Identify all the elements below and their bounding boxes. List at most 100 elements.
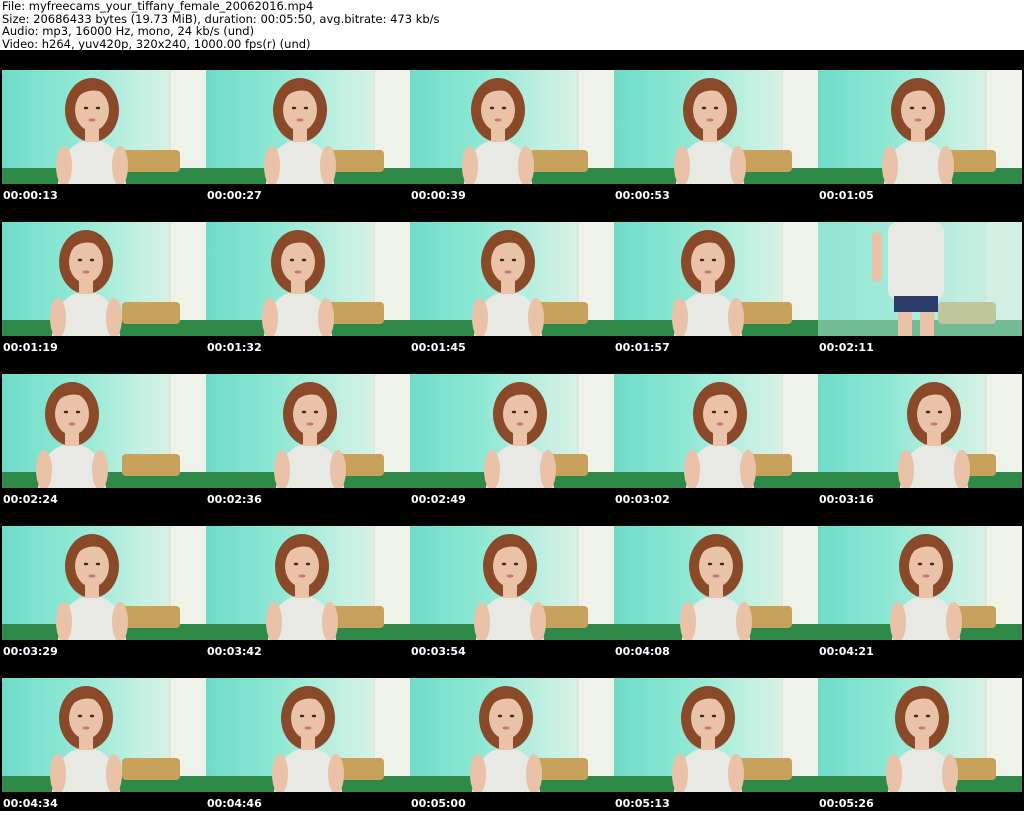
thumbnail-cell: 00:03:54 — [410, 526, 614, 678]
frame-timestamp: 00:01:45 — [411, 341, 466, 354]
frame-timestamp: 00:02:11 — [819, 341, 874, 354]
frame-timestamp: 00:00:27 — [207, 189, 262, 202]
video-frame-thumbnail — [818, 526, 1022, 640]
frame-timestamp: 00:00:53 — [615, 189, 670, 202]
video-frame-thumbnail — [206, 222, 410, 336]
thumbnail-cell: 00:04:08 — [614, 526, 818, 678]
thumbnail-cell: 00:05:13 — [614, 678, 818, 830]
frame-illustration — [410, 526, 614, 640]
thumbnail-cell: 00:00:39 — [410, 70, 614, 222]
thumbnail-cell: 00:03:02 — [614, 374, 818, 526]
video-frame-thumbnail — [614, 526, 818, 640]
frame-illustration — [818, 678, 1022, 792]
thumbnail-cell: 00:02:36 — [206, 374, 410, 526]
frame-illustration — [410, 222, 614, 336]
file-name-line: File: myfreecams_your_tiffany_female_200… — [2, 0, 314, 13]
frame-timestamp: 00:03:54 — [411, 645, 466, 658]
video-frame-thumbnail — [614, 678, 818, 792]
frame-timestamp: 00:01:57 — [615, 341, 670, 354]
frame-illustration — [410, 374, 614, 488]
video-frame-thumbnail — [206, 374, 410, 488]
video-frame-thumbnail — [818, 70, 1022, 184]
video-frame-thumbnail — [614, 222, 818, 336]
thumbnail-grid: 00:00:13 00:00:27 00:00:39 00:00:53 00:01:05… — [2, 70, 1022, 830]
video-frame-thumbnail — [2, 678, 206, 792]
contact-sheet: 00:00:13 00:00:27 00:00:39 00:00:53 00:01:05… — [0, 50, 1024, 811]
frame-illustration — [2, 222, 206, 336]
frame-timestamp: 00:04:08 — [615, 645, 670, 658]
frame-illustration — [206, 374, 410, 488]
frame-timestamp: 00:04:46 — [207, 797, 262, 810]
thumbnail-cell: 00:04:21 — [818, 526, 1022, 678]
frame-illustration — [614, 70, 818, 184]
video-frame-thumbnail — [206, 678, 410, 792]
thumbnail-cell: 00:05:00 — [410, 678, 614, 830]
video-frame-thumbnail — [818, 374, 1022, 488]
thumbnail-cell: 00:02:11 — [818, 222, 1022, 374]
thumbnail-cell: 00:04:46 — [206, 678, 410, 830]
thumbnail-cell: 00:01:32 — [206, 222, 410, 374]
thumbnail-cell: 00:01:45 — [410, 222, 614, 374]
audio-info-line: Audio: mp3, 16000 Hz, mono, 24 kb/s (und… — [2, 25, 255, 38]
frame-illustration — [206, 678, 410, 792]
frame-illustration — [614, 526, 818, 640]
thumbnail-cell: 00:01:05 — [818, 70, 1022, 222]
video-info-line: Video: h264, yuv420p, 320x240, 1000.00 f… — [2, 37, 311, 50]
video-frame-thumbnail — [410, 222, 614, 336]
thumbnail-cell: 00:00:27 — [206, 70, 410, 222]
video-frame-thumbnail — [2, 526, 206, 640]
thumbnail-cell: 00:01:57 — [614, 222, 818, 374]
thumbnail-cell: 00:04:34 — [2, 678, 206, 830]
thumbnail-cell: 00:02:24 — [2, 374, 206, 526]
frame-timestamp: 00:03:16 — [819, 493, 874, 506]
thumbnail-cell: 00:05:26 — [818, 678, 1022, 830]
thumbnail-cell: 00:03:42 — [206, 526, 410, 678]
frame-timestamp: 00:03:42 — [207, 645, 262, 658]
frame-timestamp: 00:03:02 — [615, 493, 670, 506]
frame-timestamp: 00:02:36 — [207, 493, 262, 506]
frame-illustration — [2, 70, 206, 184]
frame-illustration — [206, 70, 410, 184]
thumbnail-cell: 00:00:13 — [2, 70, 206, 222]
frame-timestamp: 00:01:19 — [3, 341, 58, 354]
frame-timestamp: 00:00:39 — [411, 189, 466, 202]
thumbnail-cell: 00:02:49 — [410, 374, 614, 526]
video-frame-thumbnail — [410, 374, 614, 488]
video-frame-thumbnail — [2, 374, 206, 488]
video-frame-thumbnail — [818, 222, 1022, 336]
frame-illustration — [410, 678, 614, 792]
video-frame-thumbnail — [410, 526, 614, 640]
frame-timestamp: 00:04:34 — [3, 797, 58, 810]
frame-illustration — [206, 222, 410, 336]
frame-timestamp: 00:05:00 — [411, 797, 466, 810]
video-frame-thumbnail — [614, 70, 818, 184]
frame-illustration — [818, 374, 1022, 488]
frame-timestamp: 00:04:21 — [819, 645, 874, 658]
frame-illustration — [614, 678, 818, 792]
frame-illustration — [2, 374, 206, 488]
frame-illustration — [410, 70, 614, 184]
video-frame-thumbnail — [818, 678, 1022, 792]
frame-illustration — [818, 222, 1022, 336]
frame-illustration — [2, 678, 206, 792]
video-frame-thumbnail — [206, 70, 410, 184]
frame-timestamp: 00:03:29 — [3, 645, 58, 658]
video-frame-thumbnail — [410, 70, 614, 184]
frame-timestamp: 00:02:49 — [411, 493, 466, 506]
video-frame-thumbnail — [2, 222, 206, 336]
thumbnail-cell: 00:00:53 — [614, 70, 818, 222]
frame-illustration — [2, 526, 206, 640]
frame-timestamp: 00:00:13 — [3, 189, 58, 202]
thumbnail-cell: 00:01:19 — [2, 222, 206, 374]
video-frame-thumbnail — [206, 526, 410, 640]
frame-timestamp: 00:01:32 — [207, 341, 262, 354]
frame-illustration — [206, 526, 410, 640]
thumbnail-cell: 00:03:29 — [2, 526, 206, 678]
frame-illustration — [614, 374, 818, 488]
thumbnail-cell: 00:03:16 — [818, 374, 1022, 526]
frame-illustration — [818, 526, 1022, 640]
video-frame-thumbnail — [2, 70, 206, 184]
video-frame-thumbnail — [410, 678, 614, 792]
frame-timestamp: 00:01:05 — [819, 189, 874, 202]
file-size-line: Size: 20686433 bytes (19.73 MiB), durati… — [2, 12, 440, 25]
